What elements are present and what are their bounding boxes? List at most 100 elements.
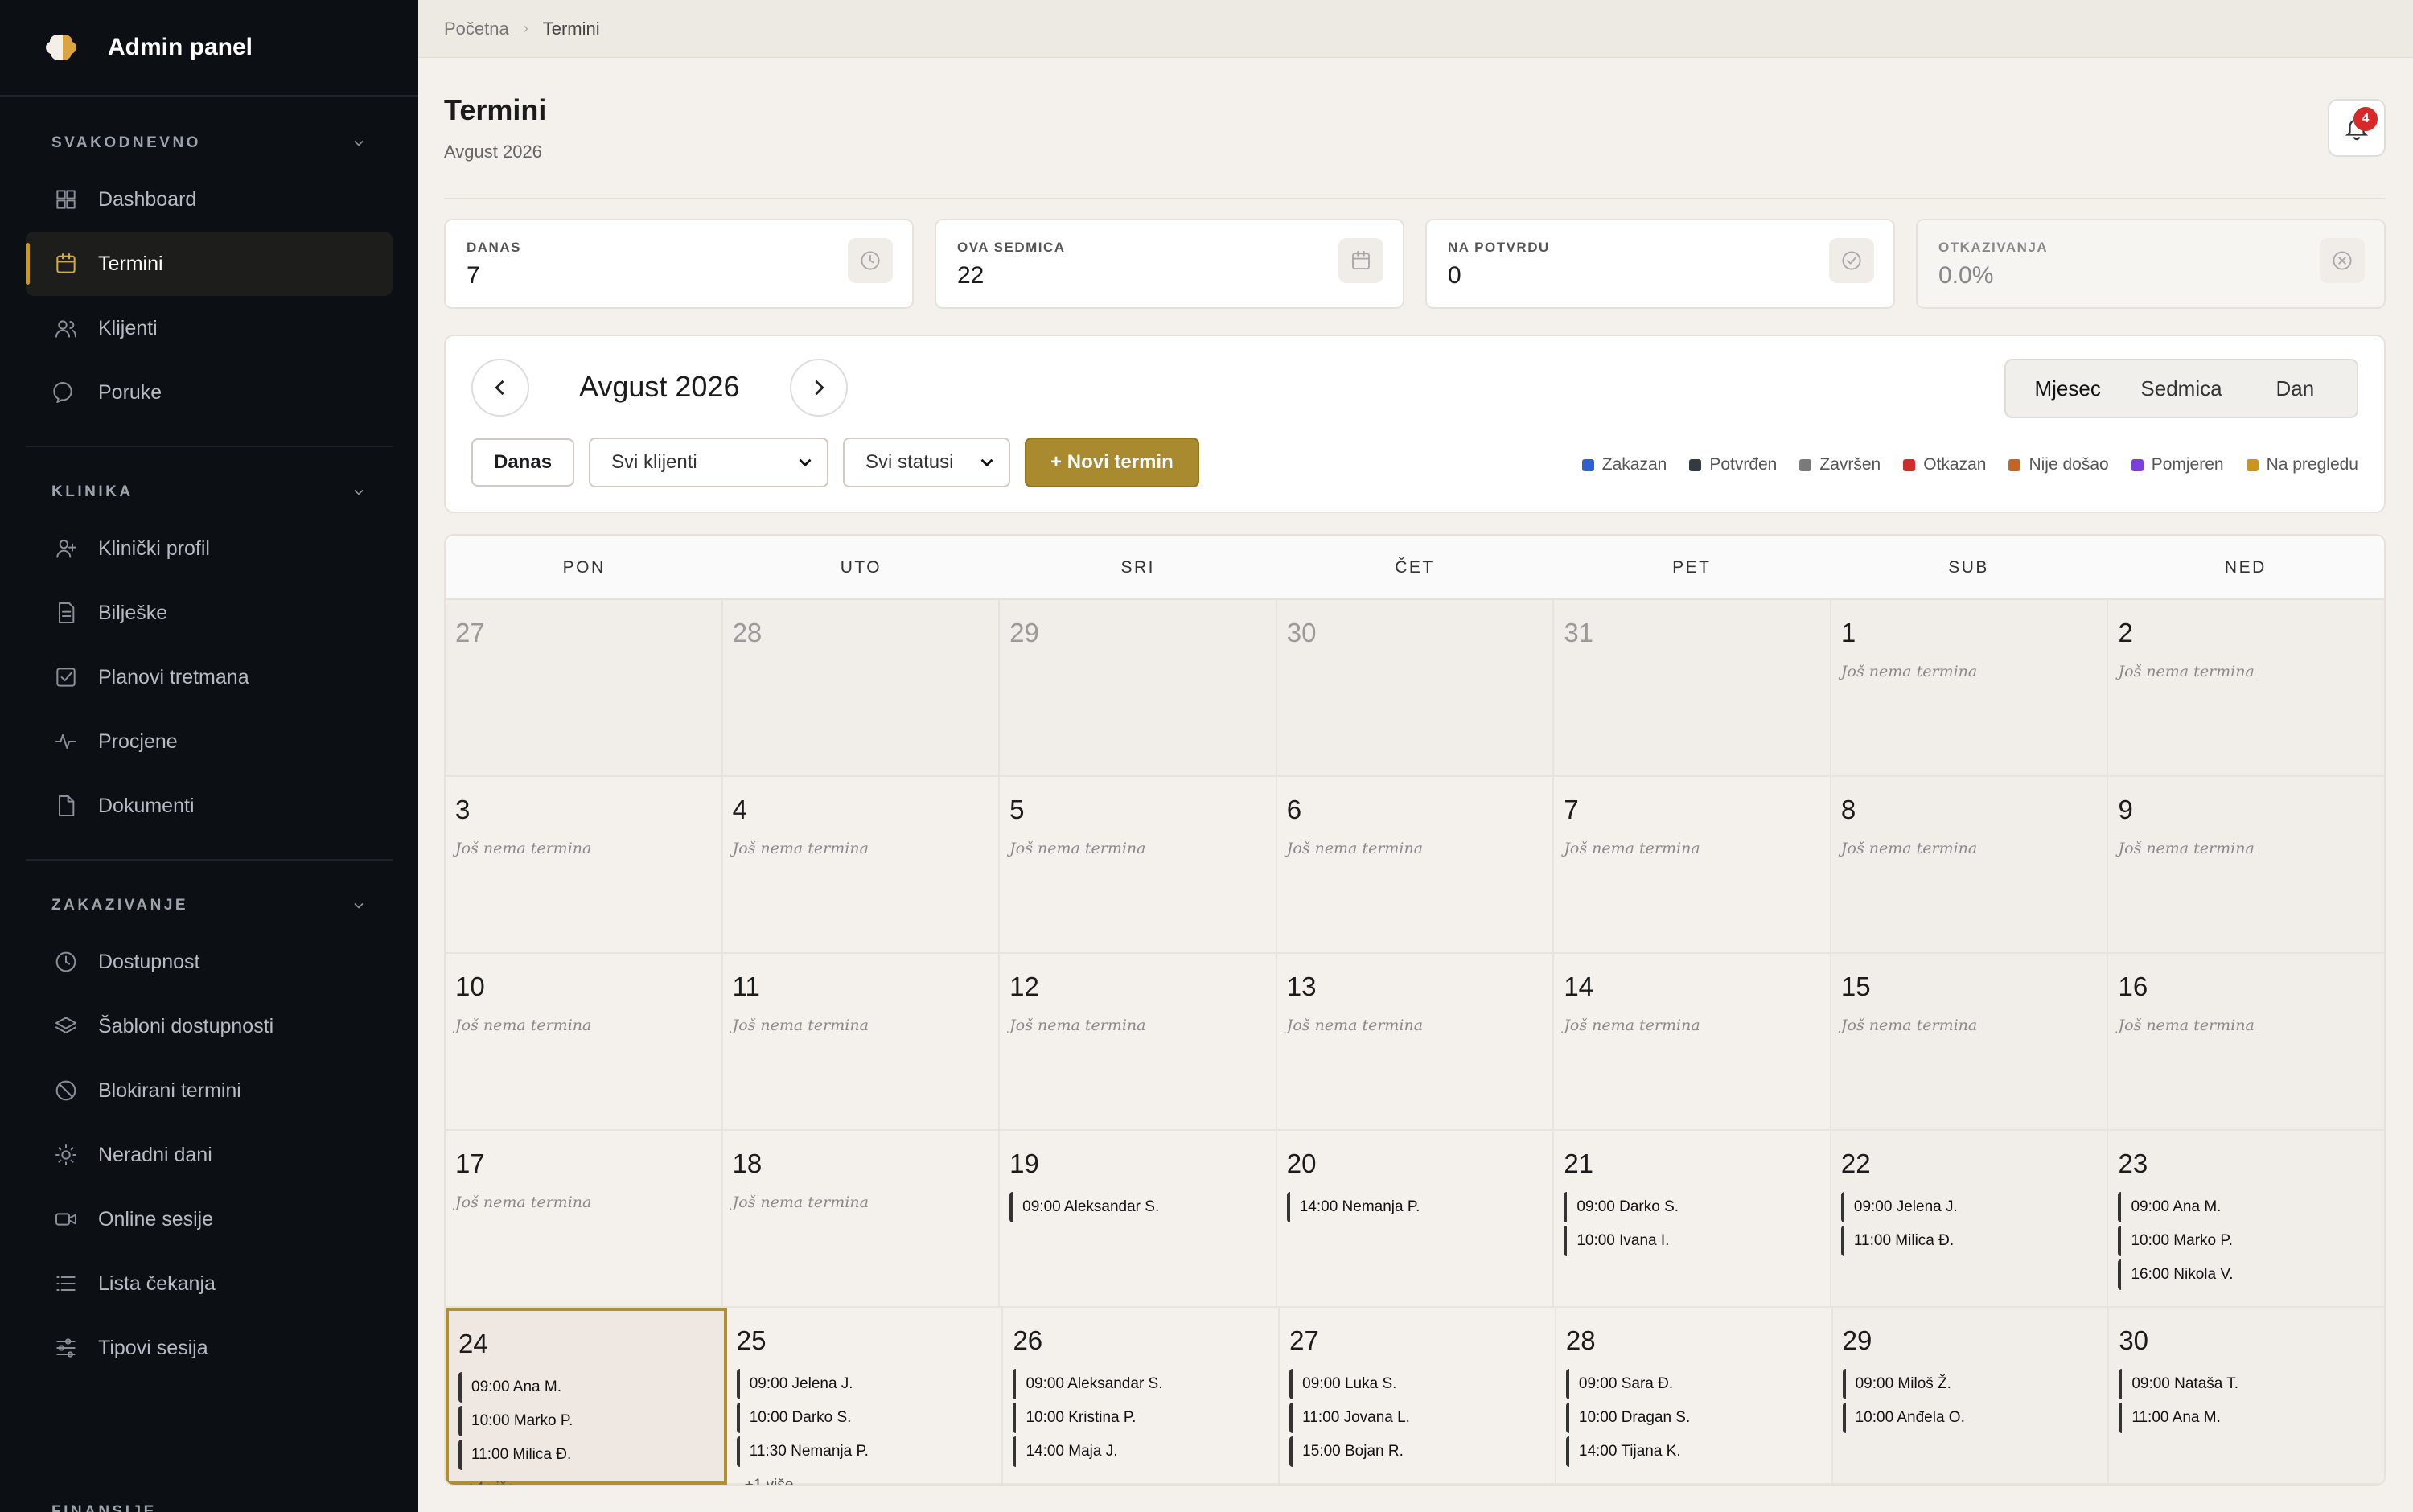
day-cell[interactable]: 30 09:00 Nataša T. 11:00 Ana M.	[2109, 1308, 2384, 1485]
day-cell[interactable]: 27 09:00 Luka S. 11:00 Jovana L. 15:00 Boja…	[1280, 1308, 1556, 1485]
sidebar-item-planovi-tretmana[interactable]: Planovi tretmana	[26, 645, 393, 709]
day-cell[interactable]: 1 Još nema termina	[1831, 600, 2109, 777]
day-cell[interactable]: 18 Još nema termina	[722, 1131, 1001, 1308]
sidebar-item-biljeske[interactable]: Bilješke	[26, 581, 393, 645]
sidebar-item-poruke[interactable]: Poruke	[26, 360, 393, 425]
empty-day-note: Još nema termina	[732, 1194, 869, 1211]
today-button[interactable]: Danas	[471, 438, 575, 487]
section-head-klinika[interactable]: KLINIKA	[26, 468, 393, 516]
breadcrumb-separator-icon: ›	[523, 20, 528, 36]
appointment-chip[interactable]: 10:00 Anđela O.	[1842, 1403, 2099, 1433]
appointment-chip[interactable]: 09:00 Ana M.	[458, 1372, 714, 1403]
appointment-chip[interactable]: 10:00 Dragan S.	[1565, 1403, 1822, 1433]
day-cell[interactable]: 29 09:00 Miloš Ž. 10:00 Anđela O.	[1832, 1308, 2110, 1485]
appointment-chip[interactable]: 16:00 Nikola V.	[2118, 1259, 2374, 1290]
breadcrumb-home[interactable]: Početna	[444, 18, 509, 39]
appointment-chip[interactable]: 10:00 Darko S.	[736, 1403, 993, 1433]
sidebar-item-tipovi-sesija[interactable]: Tipovi sesija	[26, 1316, 393, 1380]
appointment-chip[interactable]: 11:00 Jovana L.	[1289, 1403, 1545, 1433]
appointment-chip[interactable]: 10:00 Ivana I.	[1564, 1226, 1820, 1256]
appointment-chip[interactable]: 10:00 Kristina P.	[1013, 1403, 1268, 1433]
day-cell[interactable]: 6 Još nema termina	[1276, 777, 1555, 954]
brand[interactable]: Admin panel	[0, 0, 418, 97]
sidebar-item-blokirani-termini[interactable]: Blokirani termini	[26, 1058, 393, 1123]
more-appointments-link[interactable]: +4 više	[458, 1480, 714, 1485]
day-cell[interactable]: 19 09:00 Aleksandar S.	[1000, 1131, 1277, 1308]
day-cell[interactable]: 31	[1554, 600, 1831, 777]
prev-month-button[interactable]	[471, 359, 529, 417]
appointment-chip[interactable]: 14:00 Maja J.	[1013, 1436, 1268, 1467]
day-cell[interactable]: 23 09:00 Ana M. 10:00 Marko P. 16:00 Nikola…	[2108, 1131, 2384, 1308]
client-select[interactable]: Svi klijenti	[589, 438, 829, 487]
sidebar-item-dokumenti[interactable]: Dokumenti	[26, 774, 393, 838]
status-select[interactable]: Svi statusi	[843, 438, 1011, 487]
next-month-button[interactable]	[790, 359, 848, 417]
day-cell[interactable]: 25 09:00 Jelena J. 10:00 Darko S. 11:30 Nem…	[726, 1308, 1004, 1485]
day-cell[interactable]: 13 Još nema termina	[1276, 954, 1555, 1131]
appointment-chip[interactable]: 09:00 Darko S.	[1564, 1192, 1820, 1222]
day-cell[interactable]: 9 Još nema termina	[2108, 777, 2384, 954]
appointment-chip[interactable]: 09:00 Aleksandar S.	[1009, 1192, 1266, 1222]
view-week-button[interactable]: Sedmica	[2124, 365, 2238, 412]
day-cell[interactable]: 22 09:00 Jelena J. 11:00 Milica Đ.	[1831, 1131, 2109, 1308]
day-cell[interactable]: 10 Još nema termina	[446, 954, 723, 1131]
day-cell[interactable]: 2 Još nema termina	[2108, 600, 2384, 777]
appointment-chip[interactable]: 09:00 Miloš Ž.	[1842, 1369, 2099, 1399]
day-cell[interactable]: 17 Još nema termina	[446, 1131, 723, 1308]
appointment-chip[interactable]: 09:00 Jelena J.	[736, 1369, 993, 1399]
sidebar-item-dashboard[interactable]: Dashboard	[26, 167, 393, 232]
weekday-label: SUB	[1948, 558, 1989, 577]
appointment-chip[interactable]: 14:00 Nemanja P.	[1286, 1192, 1544, 1222]
appointment-chip[interactable]: 11:30 Nemanja P.	[736, 1436, 993, 1467]
day-cell[interactable]: 15 Još nema termina	[1831, 954, 2109, 1131]
sidebar-item-klijenti[interactable]: Klijenti	[26, 296, 393, 360]
view-day-button[interactable]: Dan	[2238, 365, 2352, 412]
appointment-chip[interactable]: 09:00 Aleksandar S.	[1013, 1369, 1268, 1399]
view-month-button[interactable]: Mjesec	[2011, 365, 2125, 412]
appointment-chip[interactable]: 11:00 Milica Đ.	[458, 1440, 714, 1470]
section-head-zakazivanje[interactable]: ZAKAZIVANJE	[26, 881, 393, 930]
sidebar-item-procjene[interactable]: Procjene	[26, 709, 393, 774]
day-cell[interactable]: 29	[1000, 600, 1277, 777]
day-cell[interactable]: 7 Još nema termina	[1554, 777, 1831, 954]
day-cell[interactable]: 16 Još nema termina	[2108, 954, 2384, 1131]
notifications-button[interactable]: 4	[2328, 99, 2386, 157]
day-cell[interactable]: 11 Još nema termina	[722, 954, 1001, 1131]
day-cell[interactable]: 14 Još nema termina	[1554, 954, 1831, 1131]
new-appointment-button[interactable]: + Novi termin	[1025, 438, 1199, 487]
day-cell[interactable]: 12 Još nema termina	[1000, 954, 1277, 1131]
more-appointments-link[interactable]: +1 više	[737, 1477, 993, 1485]
appointment-chip[interactable]: 11:00 Milica Đ.	[1840, 1226, 2098, 1256]
appointment-chip[interactable]: 09:00 Nataša T.	[2119, 1369, 2374, 1399]
appointment-chip[interactable]: 15:00 Bojan R.	[1289, 1436, 1545, 1467]
day-cell[interactable]: 21 09:00 Darko S. 10:00 Ivana I.	[1554, 1131, 1831, 1308]
section-head-svakodnevno[interactable]: SVAKODNEVNO	[26, 119, 393, 167]
appointment-chip[interactable]: 09:00 Jelena J.	[1840, 1192, 2098, 1222]
day-cell-today[interactable]: 24 09:00 Ana M. 10:00 Marko P. 11:00 Milica…	[446, 1308, 727, 1485]
appointment-chip[interactable]: 14:00 Tijana K.	[1565, 1436, 1822, 1467]
sidebar-item-klinicki-profil[interactable]: Klinički profil	[26, 516, 393, 581]
day-cell[interactable]: 3 Još nema termina	[446, 777, 723, 954]
day-cell[interactable]: 27	[446, 600, 723, 777]
appointment-chip[interactable]: 10:00 Marko P.	[2118, 1226, 2374, 1256]
day-cell[interactable]: 5 Još nema termina	[1000, 777, 1277, 954]
appointment-chip[interactable]: 09:00 Sara Đ.	[1565, 1369, 1822, 1399]
day-cell[interactable]: 28	[722, 600, 1001, 777]
appointment-chip[interactable]: 10:00 Marko P.	[458, 1406, 714, 1436]
sidebar-item-sabloni-dostupnosti[interactable]: Šabloni dostupnosti	[26, 994, 393, 1058]
day-cell[interactable]: 8 Još nema termina	[1831, 777, 2109, 954]
day-cell[interactable]: 30	[1276, 600, 1555, 777]
appointment-chip[interactable]: 11:00 Ana M.	[2119, 1403, 2374, 1433]
sidebar-item-lista-cekanja[interactable]: Lista čekanja	[26, 1251, 393, 1316]
appointment-chip[interactable]: 09:00 Ana M.	[2118, 1192, 2374, 1222]
day-cell[interactable]: 28 09:00 Sara Đ. 10:00 Dragan S. 14:00 Tija…	[1556, 1308, 1833, 1485]
sidebar-item-online-sesije[interactable]: Online sesije	[26, 1187, 393, 1251]
sidebar-item-dostupnost[interactable]: Dostupnost	[26, 930, 393, 994]
day-cell[interactable]: 26 09:00 Aleksandar S. 10:00 Kristina P. 14…	[1003, 1308, 1280, 1485]
day-cell[interactable]: 4 Još nema termina	[722, 777, 1001, 954]
day-cell[interactable]: 20 14:00 Nemanja P.	[1276, 1131, 1555, 1308]
sidebar-item-neradni-dani[interactable]: Neradni dani	[26, 1123, 393, 1187]
sidebar-item-termini[interactable]: Termini	[26, 232, 393, 296]
section-head-finansije[interactable]: FINANSIJE	[26, 1488, 393, 1512]
appointment-chip[interactable]: 09:00 Luka S.	[1289, 1369, 1545, 1399]
